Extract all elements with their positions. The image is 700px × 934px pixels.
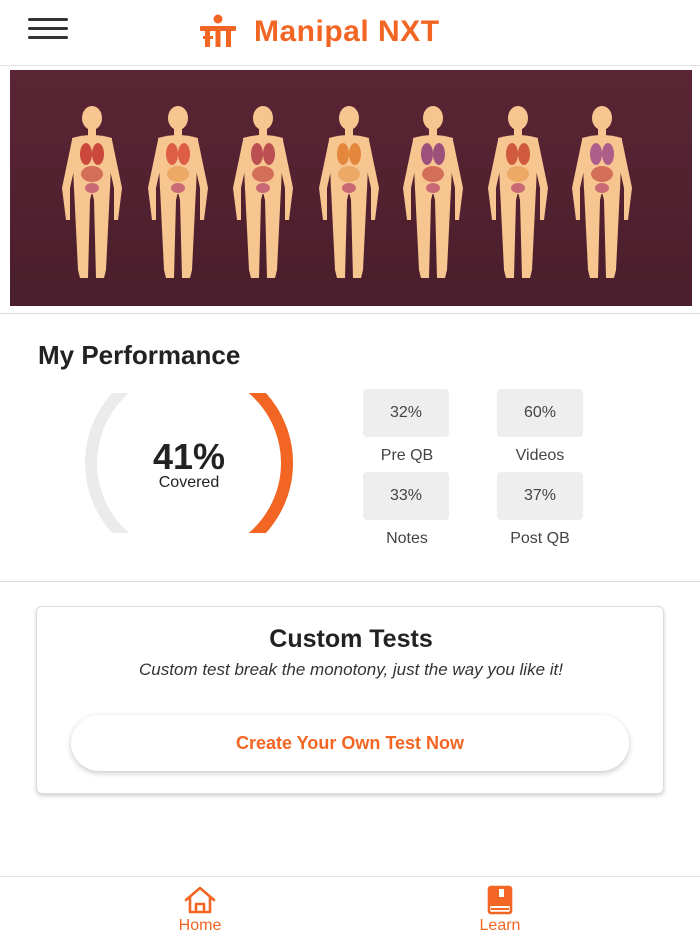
stat-pre-qb-value[interactable]: 32% <box>363 389 449 437</box>
app-title: Manipal NXT <box>254 15 440 48</box>
nav-home[interactable]: Home <box>140 885 260 934</box>
performance-title: My Performance <box>38 340 241 370</box>
nav-learn[interactable]: Learn <box>440 885 560 934</box>
anatomy-figure <box>233 106 293 278</box>
divider <box>0 581 700 582</box>
app-header: Manipal NXT <box>0 0 700 66</box>
stat-videos-label: Videos <box>515 447 565 464</box>
nav-home-label: Home <box>178 917 222 934</box>
anatomy-banner[interactable] <box>10 70 692 306</box>
stat-notes-label: Notes <box>386 530 428 547</box>
stat-post-qb-value[interactable]: 37% <box>497 472 583 520</box>
bottom-nav: Home Learn <box>0 876 700 934</box>
book-icon <box>487 885 513 915</box>
anatomy-figure <box>572 106 632 278</box>
anatomy-figure <box>62 106 122 278</box>
stat-notes-value[interactable]: 33% <box>363 472 449 520</box>
nav-learn-label: Learn <box>479 917 521 934</box>
stat-videos-value[interactable]: 60% <box>497 389 583 437</box>
brand: Manipal NXT <box>196 12 440 52</box>
stat-pre-qb-label: Pre QB <box>380 447 434 464</box>
anatomy-figure <box>319 106 379 278</box>
stat-post-qb-label: Post QB <box>510 530 570 547</box>
manipal-logo-icon <box>200 14 236 47</box>
anatomy-figure <box>488 106 548 278</box>
custom-tests-title: Custom Tests <box>269 625 433 653</box>
custom-tests-description: Custom test break the monotony, just the… <box>139 660 563 679</box>
coverage-percent: 41% <box>152 436 226 477</box>
hamburger-menu-icon[interactable] <box>28 18 72 46</box>
anatomy-figure <box>403 106 463 278</box>
create-test-button[interactable]: Create Your Own Test Now <box>71 715 629 771</box>
anatomy-illustration <box>62 106 632 278</box>
divider <box>0 313 700 314</box>
anatomy-figure <box>148 106 208 278</box>
custom-tests-card: Custom Tests Custom test break the monot… <box>36 606 664 794</box>
home-icon <box>184 886 216 914</box>
coverage-label: Covered <box>158 474 220 491</box>
